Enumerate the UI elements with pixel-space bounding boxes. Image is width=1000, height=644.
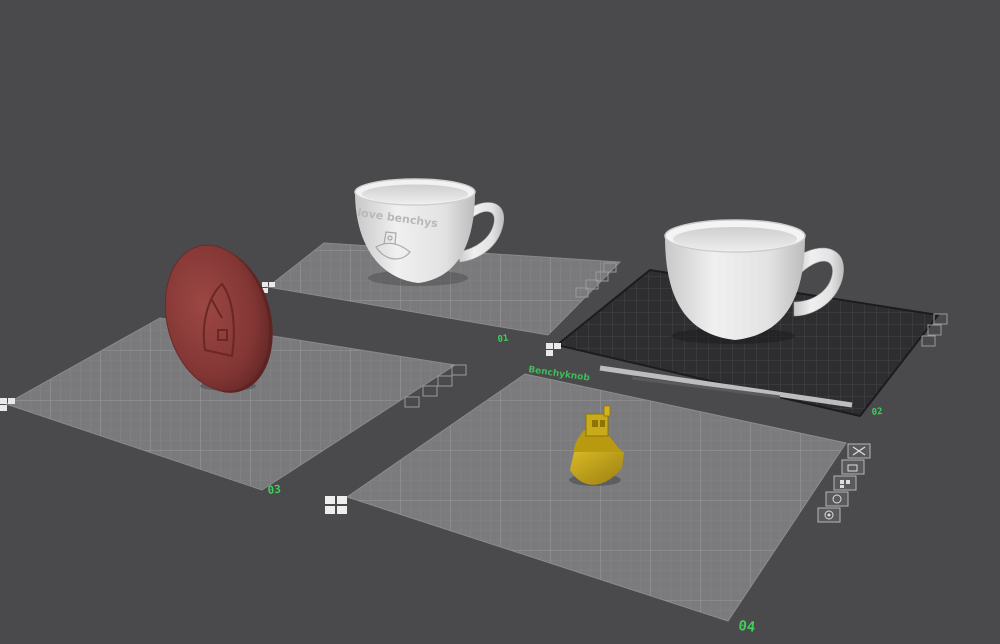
- plate-corner-marker: [546, 343, 561, 356]
- close-icon[interactable]: [847, 443, 871, 459]
- orient-icon[interactable]: [825, 491, 849, 507]
- lock-icon[interactable]: [437, 375, 453, 387]
- close-icon[interactable]: [451, 364, 467, 376]
- benchy-chimney: [603, 405, 611, 417]
- 3d-viewport[interactable]: 01 Benchyknob 02 03 04 love benchys: [0, 0, 1000, 644]
- build-plate-04[interactable]: 04: [325, 373, 871, 636]
- arrange-icon[interactable]: [921, 335, 936, 347]
- lock-icon[interactable]: [841, 459, 865, 475]
- plate-number-label: 03: [267, 483, 282, 497]
- settings-icon[interactable]: [817, 507, 841, 523]
- plate-number-label: 04: [738, 618, 756, 636]
- plate-number-label: 02: [871, 407, 883, 418]
- arrange-icon[interactable]: [833, 475, 857, 491]
- plate-number-label: 01: [497, 334, 509, 345]
- plate-corner-marker: [325, 496, 347, 514]
- arrange-icon[interactable]: [422, 385, 438, 397]
- orient-icon[interactable]: [404, 396, 420, 408]
